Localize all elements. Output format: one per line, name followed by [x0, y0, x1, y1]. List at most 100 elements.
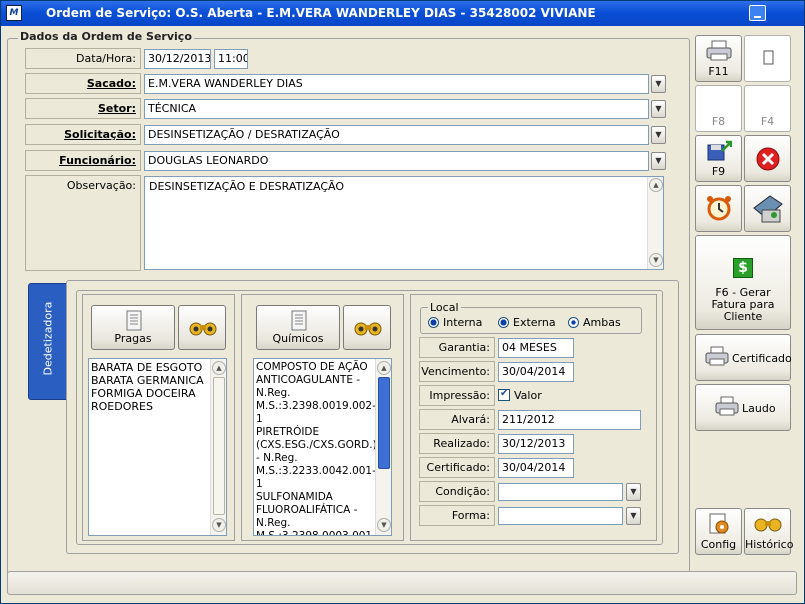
funcionario-dropdown-icon[interactable]: ▼ [651, 152, 666, 170]
quimicos-button-label: Químicos [272, 332, 324, 345]
config-button[interactable]: Config [695, 508, 742, 555]
quimicos-button[interactable]: Químicos [256, 305, 340, 350]
save-icon [707, 140, 732, 161]
scanner-icon [753, 195, 783, 223]
alarm-clock-icon [707, 196, 731, 221]
vencimento-field[interactable]: 30/04/2014 [498, 362, 574, 382]
pragas-button[interactable]: Pragas [91, 305, 175, 350]
printer-icon [706, 40, 732, 61]
setor-combo[interactable]: TÉCNICA [144, 99, 649, 119]
condicao-dropdown-icon[interactable]: ▼ [626, 483, 641, 501]
certificado-field[interactable]: 30/04/2014 [498, 458, 574, 478]
sacado-label[interactable]: Sacado: [25, 73, 141, 94]
f4-button[interactable]: F4 [744, 85, 791, 132]
certificado-button[interactable]: Certificado [695, 334, 792, 381]
binoculars-icon [189, 322, 217, 336]
status-bar [7, 571, 797, 595]
condicao-combo[interactable] [498, 483, 623, 501]
alvara-label: Alvará: [419, 409, 495, 430]
solicitacao-label[interactable]: Solicitação: [25, 124, 141, 145]
time-field[interactable]: 11:00 [214, 49, 248, 69]
observacao-scrollbar[interactable]: ▲ ▼ [647, 177, 663, 269]
tab-dedetizadora[interactable]: Dedetizadora [28, 283, 67, 400]
scroll-down-icon[interactable]: ▼ [212, 518, 226, 532]
pragas-list[interactable]: BARATA DE ESGOTO BARATA GERMANICA FORMIG… [88, 358, 227, 536]
config-label: Config [700, 538, 737, 551]
quimicos-search-button[interactable] [343, 305, 391, 350]
garantia-label: Garantia: [419, 337, 495, 358]
certificado-button-label: Certificado [732, 352, 792, 365]
laudo-button[interactable]: Laudo [695, 384, 791, 431]
gerar-fatura-label: F6 - Gerar Fatura para Cliente [711, 286, 775, 323]
close-icon [756, 147, 780, 171]
document-icon [291, 310, 307, 331]
alarm-button[interactable] [695, 185, 742, 232]
historico-button[interactable]: Histórico [744, 508, 794, 555]
funcionario-label[interactable]: Funcionário: [25, 150, 141, 171]
setor-dropdown-icon[interactable]: ▼ [651, 100, 666, 118]
print-f11-button[interactable]: F11 [695, 35, 742, 82]
f11-label: F11 [708, 65, 729, 78]
garantia-field[interactable]: 04 MESES [498, 338, 574, 358]
app-icon[interactable]: M [6, 5, 22, 21]
alvara-field[interactable]: 211/2012 [498, 410, 641, 430]
certificado-label: Certificado: [419, 457, 495, 478]
date-field[interactable]: 30/12/2013 [144, 49, 211, 69]
forma-dropdown-icon[interactable]: ▼ [626, 507, 641, 525]
quimicos-list[interactable]: COMPOSTO DE AÇÃO ANTICOAGULANTE - N.Reg.… [253, 358, 392, 536]
observacao-textarea[interactable]: DESINSETIZAÇÃO E DESRATIZAÇÃO [144, 176, 664, 270]
cancel-button[interactable] [744, 135, 791, 182]
radio-externa[interactable]: Externa [498, 316, 556, 329]
forma-label: Forma: [419, 505, 495, 526]
f8-button[interactable]: F8 [695, 85, 742, 132]
sacado-dropdown-icon[interactable]: ▼ [651, 75, 666, 93]
funcionario-combo[interactable]: DOUGLAS LEONARDO [144, 151, 649, 171]
binoculars-icon [354, 322, 382, 336]
scanner-button[interactable] [744, 185, 791, 232]
gerar-fatura-button[interactable]: $ F6 - Gerar Fatura para Cliente [695, 235, 791, 330]
pragas-scrollbar[interactable]: ▲ ▼ [210, 359, 226, 535]
quimicos-scrollbar[interactable]: ▲ ▼ [375, 359, 391, 535]
printer-icon [705, 346, 729, 366]
sacado-combo[interactable]: E.M.VERA WANDERLEY DIAS [144, 74, 649, 94]
local-title: Local [428, 301, 461, 314]
minimize-button[interactable] [749, 5, 766, 21]
forma-combo[interactable] [498, 507, 623, 525]
scroll-up-icon[interactable]: ▲ [212, 361, 226, 375]
pragas-search-button[interactable] [178, 305, 226, 350]
scroll-thumb[interactable] [378, 377, 390, 469]
binoculars-icon [754, 518, 782, 532]
save-f9-button[interactable]: F9 [695, 135, 742, 182]
laudo-button-label: Laudo [742, 402, 776, 415]
pragas-button-label: Pragas [114, 332, 152, 345]
realizado-field[interactable]: 30/12/2013 [498, 434, 574, 454]
setor-label[interactable]: Setor: [25, 98, 141, 119]
valor-checkbox[interactable]: Valor [498, 388, 542, 402]
scroll-up-icon[interactable]: ▲ [649, 178, 663, 192]
config-icon [709, 513, 729, 534]
condicao-label: Condição: [419, 481, 495, 502]
blank-button[interactable] [744, 35, 791, 82]
checkbox-icon[interactable] [498, 388, 510, 401]
title-bar: M Ordem de Serviço: O.S. Aberta - E.M.VE… [1, 1, 804, 26]
radio-interna[interactable]: Interna [428, 316, 482, 329]
radio-ambas[interactable]: Ambas [568, 316, 621, 329]
group-title: Dados da Ordem de Serviço [18, 30, 194, 43]
printer-icon [715, 396, 739, 416]
impressao-label: Impressão: [419, 385, 495, 406]
scroll-thumb[interactable] [213, 377, 225, 515]
window-title: Ordem de Serviço: O.S. Aberta - E.M.VERA… [46, 6, 596, 20]
solicitacao-dropdown-icon[interactable]: ▼ [651, 126, 666, 144]
scroll-down-icon[interactable]: ▼ [377, 518, 391, 532]
f4-label: F4 [760, 115, 775, 128]
scroll-down-icon[interactable]: ▼ [649, 253, 663, 267]
datahora-label: Data/Hora: [25, 48, 141, 69]
observacao-text: DESINSETIZAÇÃO E DESRATIZAÇÃO [149, 180, 345, 193]
door-icon [763, 50, 774, 65]
f9-label: F9 [711, 165, 726, 178]
f8-label: F8 [711, 115, 726, 128]
money-icon: $ [733, 258, 753, 278]
scroll-up-icon[interactable]: ▲ [377, 361, 391, 375]
historico-label: Histórico [745, 538, 794, 551]
solicitacao-combo[interactable]: DESINSETIZAÇÃO / DESRATIZAÇÃO [144, 125, 649, 145]
